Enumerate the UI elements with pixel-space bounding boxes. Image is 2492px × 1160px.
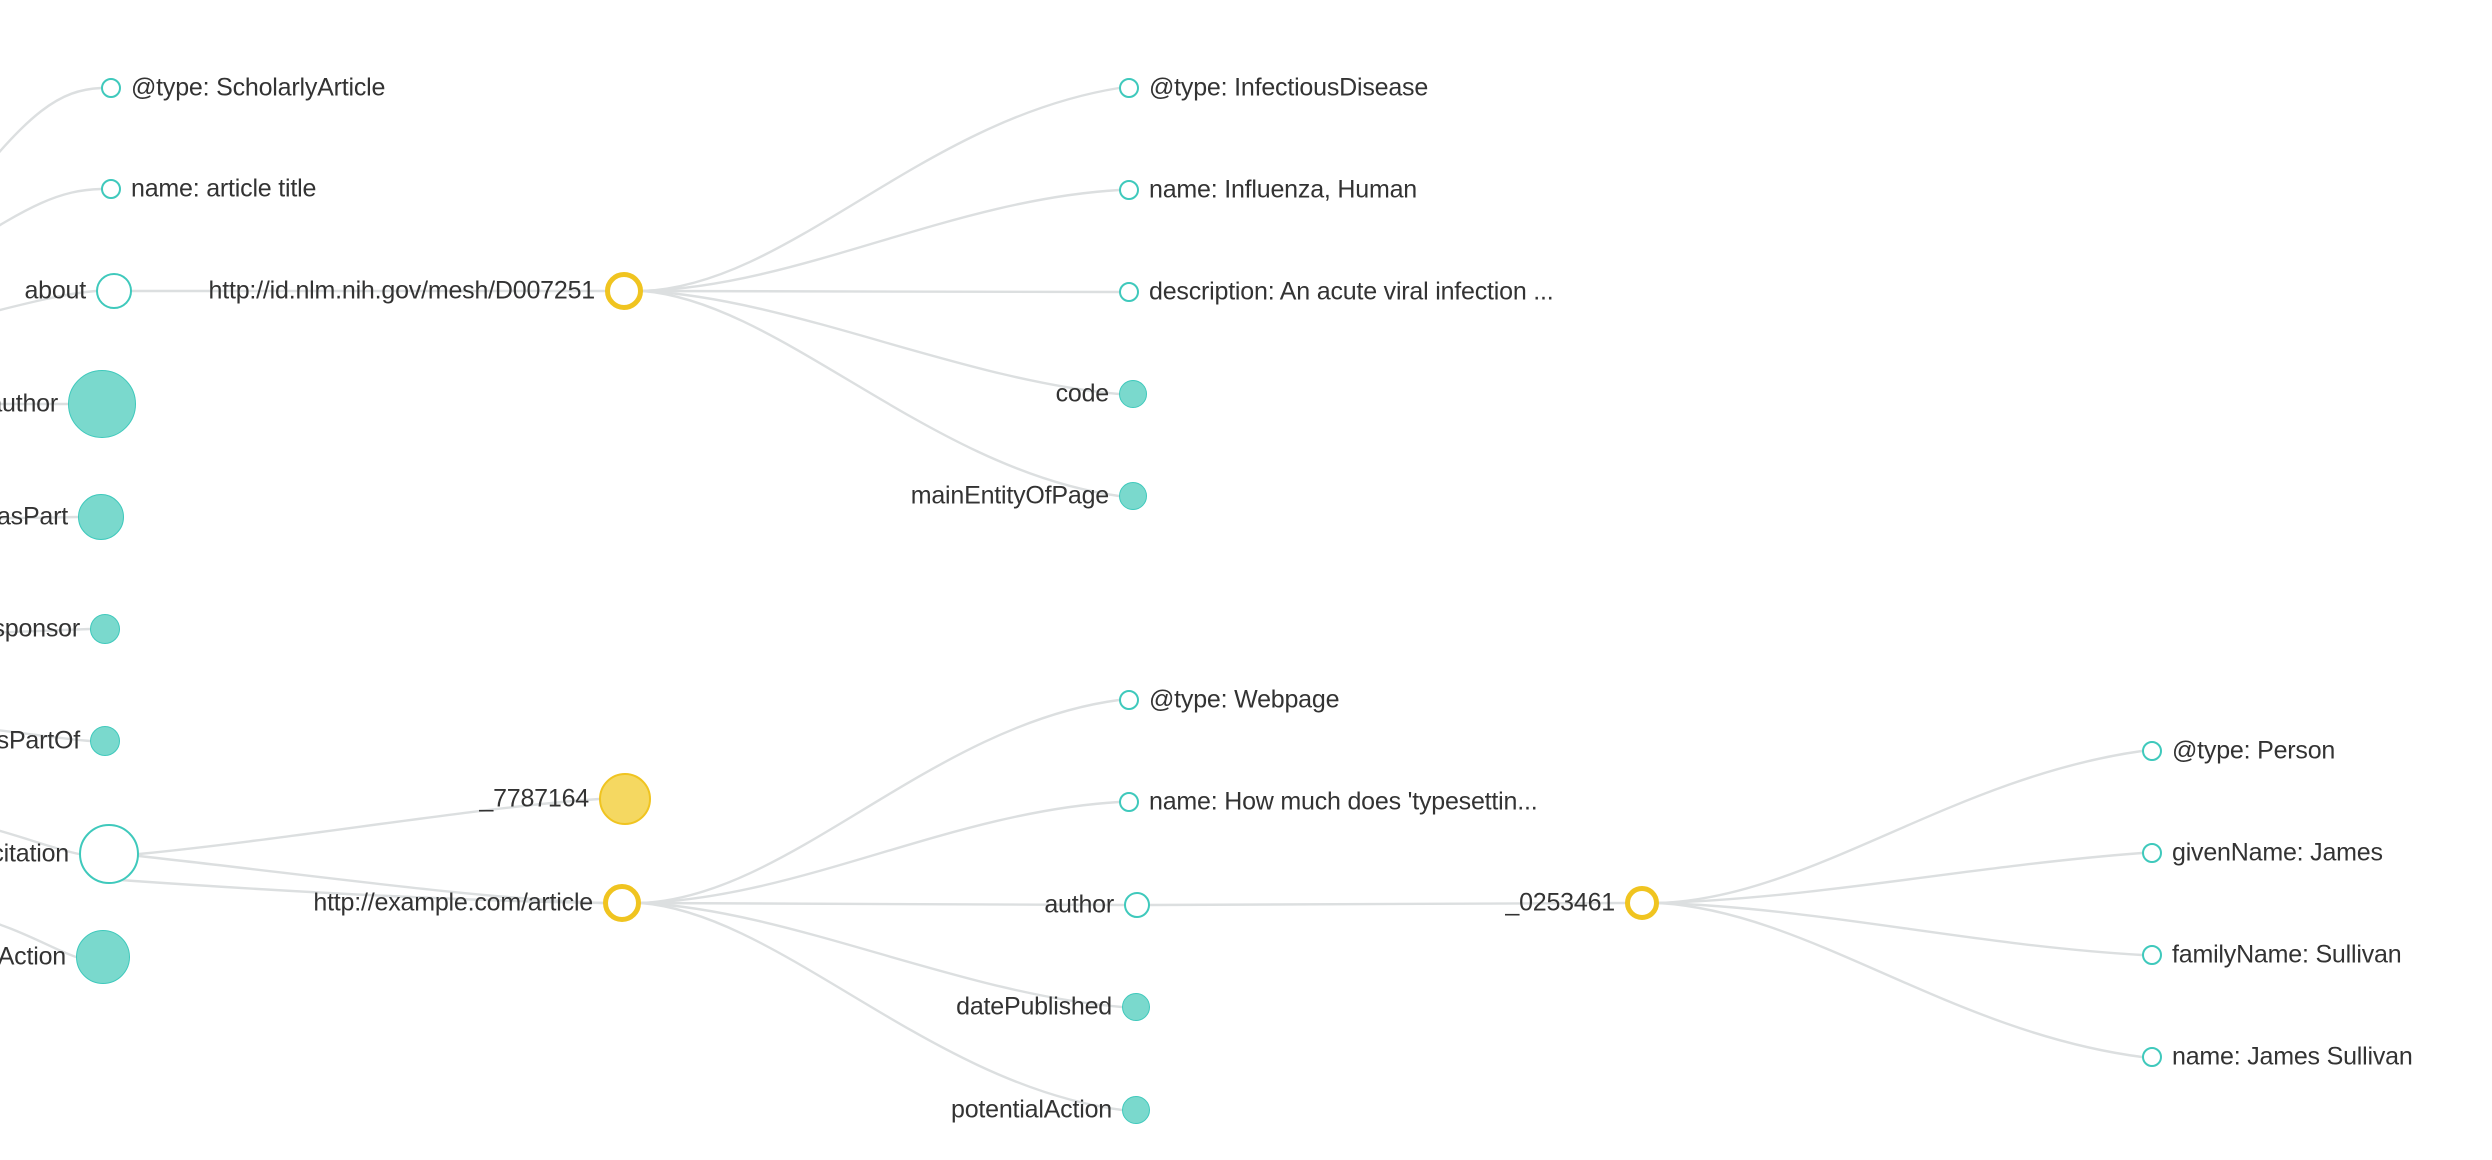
- graph-node-label-description-influenza: description: An acute viral infection ..…: [1149, 277, 1554, 306]
- graph-node-label-type-scholarlyarticle: @type: ScholarlyArticle: [131, 73, 386, 102]
- graph-node-label-author-left: author: [0, 389, 58, 418]
- graph-node-sponsor[interactable]: [90, 614, 120, 644]
- graph-canvas[interactable]: @type: ScholarlyArticle name: article tit…: [0, 0, 2492, 1160]
- graph-node-label-type-person: @type: Person: [2172, 736, 2336, 765]
- graph-node-name-article-title[interactable]: [101, 179, 121, 199]
- graph-node-label-author-mid: author: [1044, 890, 1114, 919]
- graph-node-mesh-d007251[interactable]: [605, 272, 643, 310]
- graph-node-description-influenza[interactable]: [1119, 282, 1139, 302]
- graph-node-type-infectiousdisease[interactable]: [1119, 78, 1139, 98]
- graph-node-label-givenname-james: givenName: James: [2172, 838, 2383, 867]
- graph-node-about[interactable]: [96, 273, 132, 309]
- graph-node-type-person[interactable]: [2142, 741, 2162, 761]
- graph-node-type-webpage[interactable]: [1119, 690, 1139, 710]
- graph-node-label-haspart: hasPart: [0, 502, 68, 531]
- graph-node-mainentityofpage[interactable]: [1119, 482, 1147, 510]
- graph-node-haspart[interactable]: [78, 494, 124, 540]
- graph-node-label-about: about: [24, 276, 86, 305]
- graph-node-datepublished[interactable]: [1122, 993, 1150, 1021]
- graph-node-givenname-james[interactable]: [2142, 843, 2162, 863]
- graph-node-label-code: code: [1055, 379, 1110, 408]
- graph-node-potentialaction-left[interactable]: [76, 930, 130, 984]
- graph-node-name-typesetting[interactable]: [1119, 792, 1139, 812]
- graph-node-type-scholarlyarticle[interactable]: [101, 78, 121, 98]
- graph-node-label-familyname-sullivan: familyName: Sullivan: [2172, 940, 2402, 969]
- graph-node-blank-7787164[interactable]: [599, 773, 651, 825]
- graph-node-author-left[interactable]: [68, 370, 136, 438]
- graph-node-label-blank-7787164: _7787164: [479, 784, 589, 813]
- graph-node-label-potentialaction-mid: potentialAction: [950, 1095, 1112, 1124]
- graph-node-author-mid[interactable]: [1124, 892, 1150, 918]
- graph-node-label-name-typesetting: name: How much does 'typesettin...: [1149, 787, 1538, 816]
- graph-node-layer: @type: ScholarlyArticle name: article tit…: [0, 0, 2492, 1160]
- graph-node-label-name-influenza: name: Influenza, Human: [1149, 175, 1417, 204]
- graph-node-name-james-sullivan[interactable]: [2142, 1047, 2162, 1067]
- graph-node-label-citation: citation: [0, 839, 69, 868]
- graph-node-example-article[interactable]: [603, 884, 641, 922]
- graph-node-ispartof[interactable]: [90, 726, 120, 756]
- graph-node-name-influenza[interactable]: [1119, 180, 1139, 200]
- graph-node-label-name-article-title: name: article title: [131, 174, 317, 203]
- graph-node-label-ispartof: isPartOf: [0, 726, 80, 755]
- graph-node-label-datepublished: datePublished: [956, 992, 1112, 1021]
- graph-node-label-mainentityofpage: mainEntityOfPage: [910, 481, 1109, 510]
- graph-node-label-type-webpage: @type: Webpage: [1149, 685, 1340, 714]
- graph-node-label-sponsor: sponsor: [0, 614, 80, 643]
- graph-node-label-name-james-sullivan: name: James Sullivan: [2172, 1042, 2413, 1071]
- graph-node-label-potentialaction-left: potentialAction: [0, 942, 66, 971]
- graph-node-label-blank-0253461: _0253461: [1505, 888, 1615, 917]
- graph-node-label-example-article: http://example.com/article: [313, 888, 593, 917]
- graph-node-label-mesh-d007251: http://id.nlm.nih.gov/mesh/D007251: [208, 276, 596, 305]
- graph-node-potentialaction-mid[interactable]: [1122, 1096, 1150, 1124]
- graph-node-blank-0253461[interactable]: [1625, 886, 1659, 920]
- graph-node-familyname-sullivan[interactable]: [2142, 945, 2162, 965]
- graph-node-label-type-infectiousdisease: @type: InfectiousDisease: [1149, 73, 1429, 102]
- graph-node-code[interactable]: [1119, 380, 1147, 408]
- graph-node-citation[interactable]: [79, 824, 139, 884]
